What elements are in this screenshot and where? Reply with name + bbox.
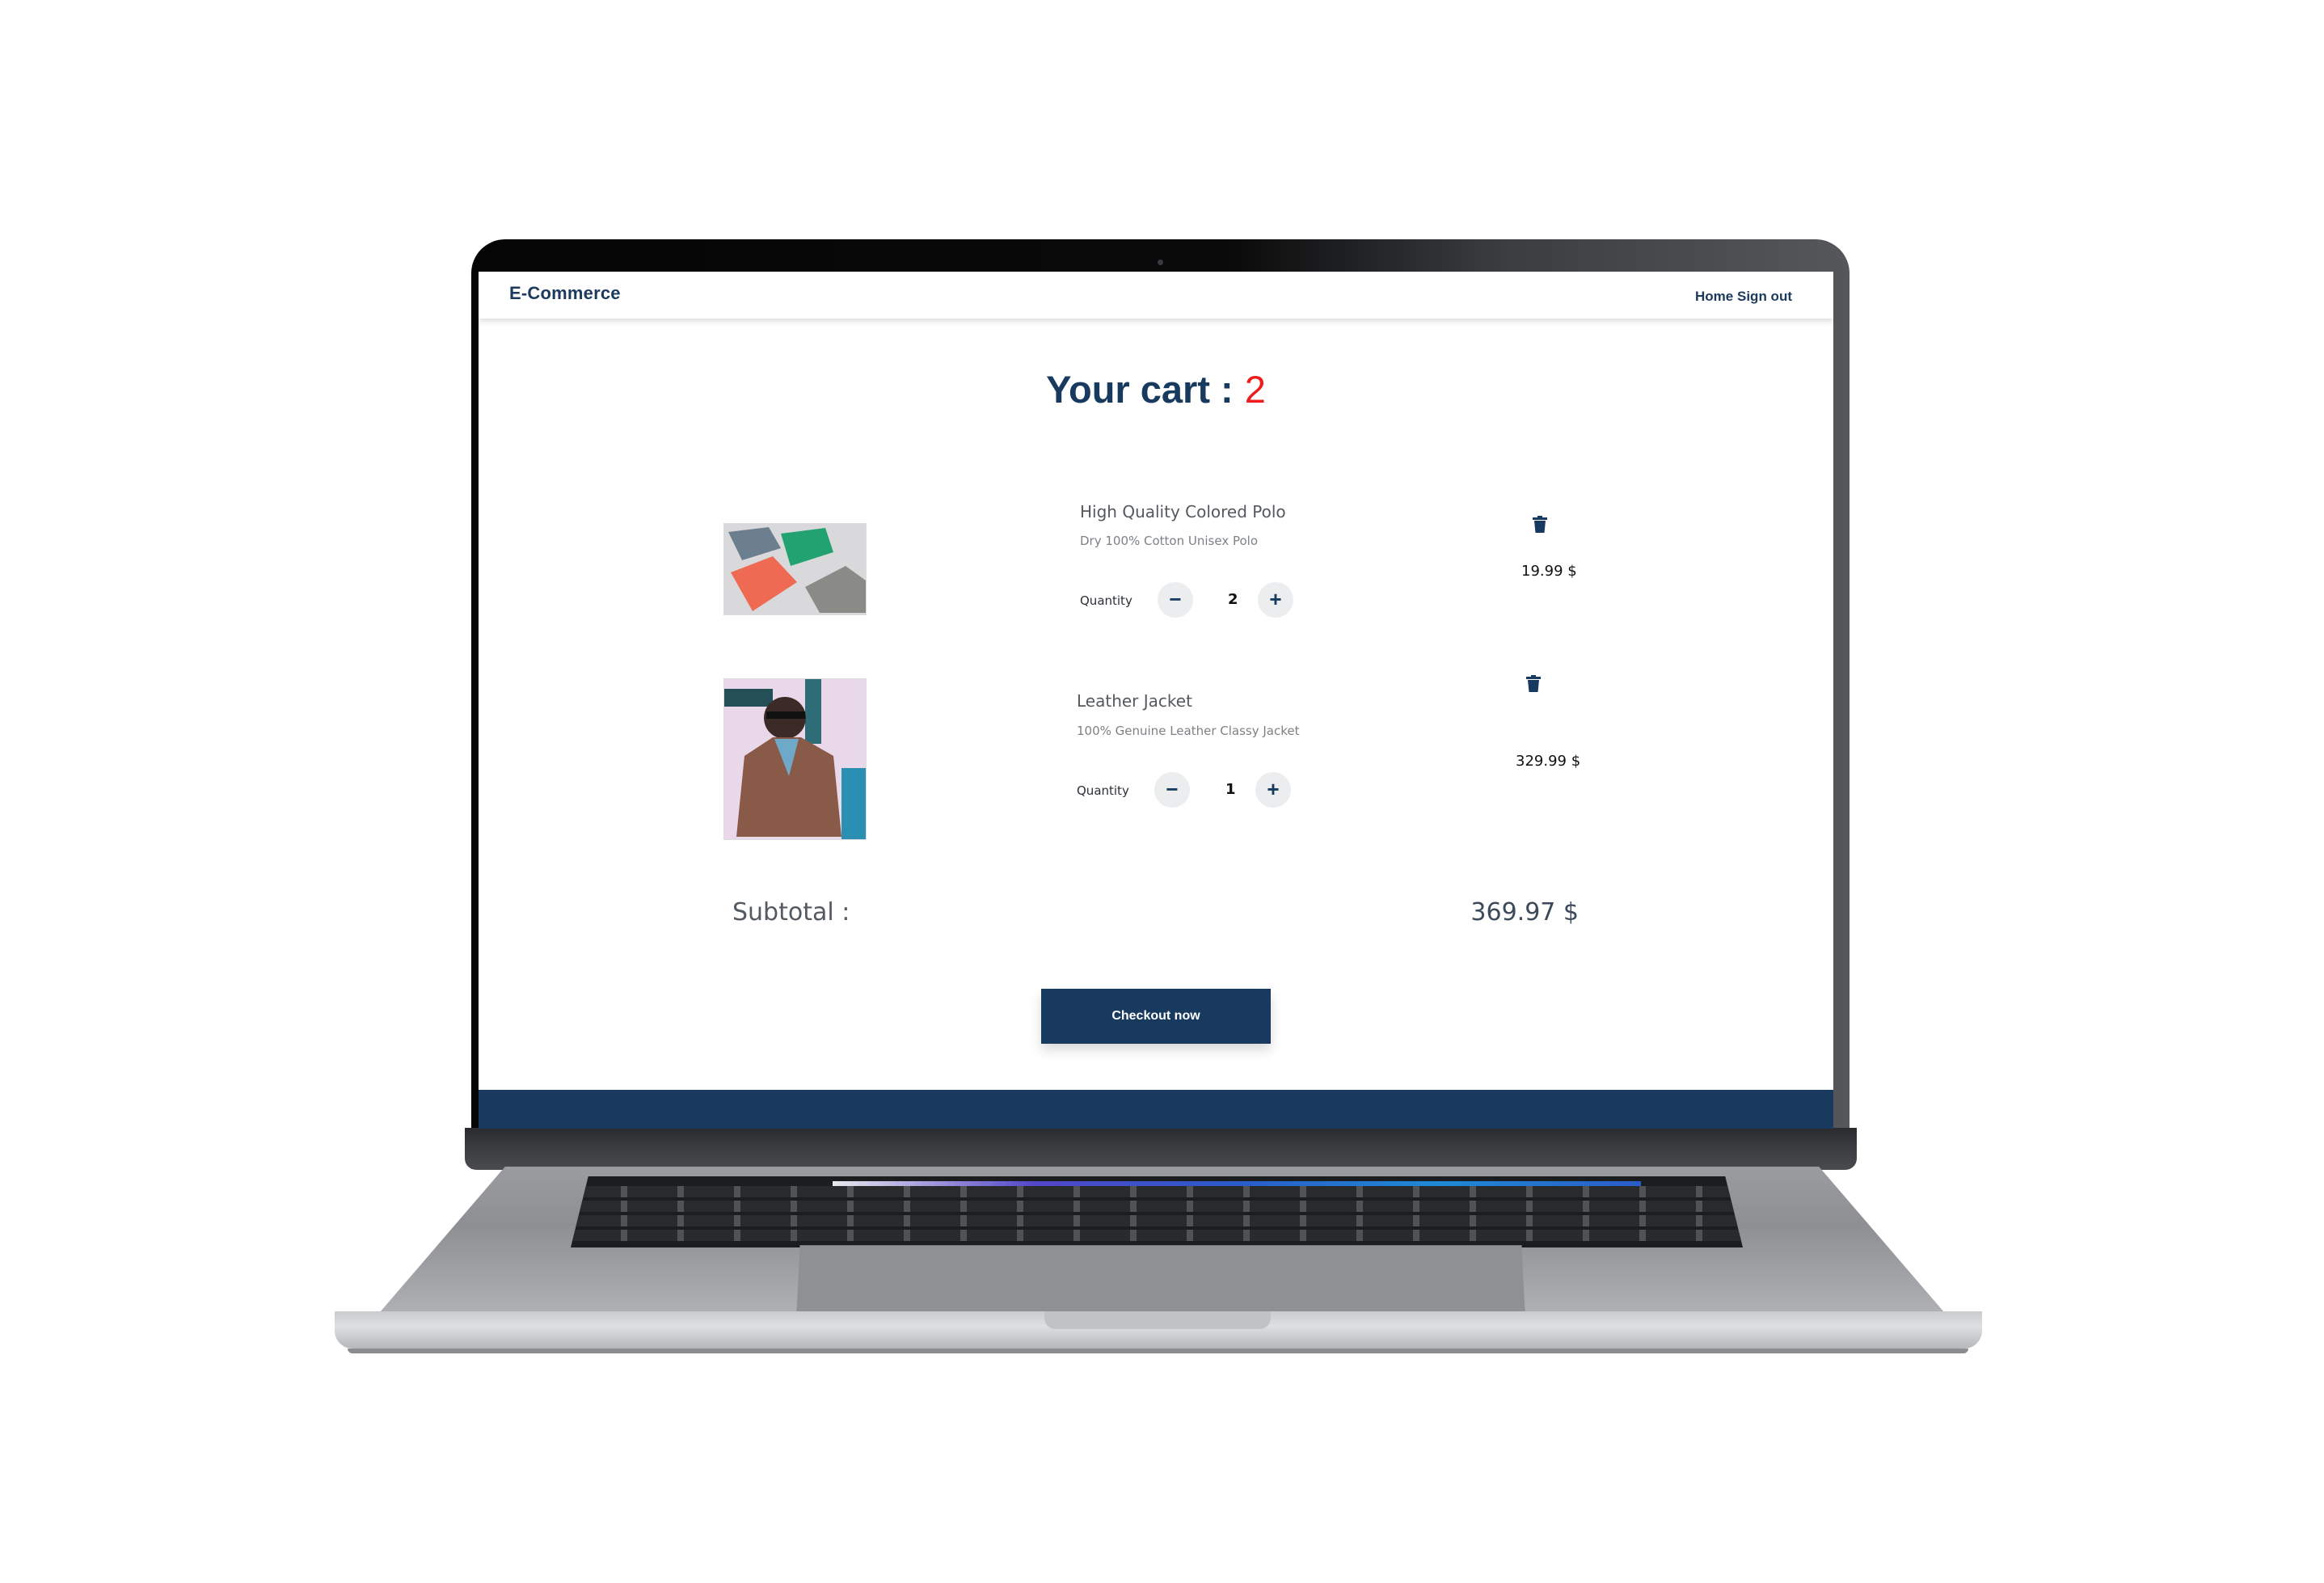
increase-quantity-button[interactable]: + — [1258, 582, 1293, 618]
product-description: Dry 100% Cotton Unisex Polo — [1080, 534, 1258, 548]
quantity-label: Quantity — [1077, 783, 1129, 798]
key-row — [571, 1186, 1743, 1197]
product-price: 329.99 $ — [1516, 753, 1581, 770]
footer-bar — [479, 1090, 1833, 1129]
quantity-value: 2 — [1228, 591, 1238, 608]
cart-count: 2 — [1244, 368, 1266, 411]
trash-icon[interactable] — [1533, 516, 1547, 534]
product-description: 100% Genuine Leather Classy Jacket — [1077, 724, 1300, 738]
decrease-quantity-button[interactable]: − — [1158, 582, 1193, 618]
nav-link-sign-out[interactable]: Sign out — [1737, 289, 1792, 305]
keyboard — [571, 1176, 1743, 1247]
key-row — [571, 1201, 1743, 1212]
decrease-quantity-button[interactable]: − — [1154, 772, 1190, 808]
cart-title-text: Your cart : — [1046, 368, 1234, 411]
laptop-hinge — [465, 1128, 1857, 1170]
subtotal-label: Subtotal : — [732, 898, 850, 927]
product-price: 19.99 $ — [1521, 563, 1577, 580]
touch-bar — [833, 1181, 1641, 1186]
quantity-label: Quantity — [1080, 593, 1132, 608]
nav-link-home[interactable]: Home — [1695, 289, 1733, 305]
product-name[interactable]: High Quality Colored Polo — [1080, 502, 1286, 521]
navbar: E-Commerce Home Sign out — [479, 272, 1833, 319]
checkout-button[interactable]: Checkout now — [1041, 989, 1271, 1044]
product-name[interactable]: Leather Jacket — [1077, 691, 1192, 711]
webcam — [1158, 260, 1163, 265]
laptop-shadow — [348, 1349, 1968, 1353]
sunglasses — [766, 711, 805, 719]
increase-quantity-button[interactable]: + — [1255, 772, 1291, 808]
key-row — [571, 1230, 1743, 1241]
page-title: Your cart :2 — [479, 367, 1833, 412]
lid-notch — [1044, 1311, 1271, 1329]
key-row — [571, 1215, 1743, 1226]
brand-logo[interactable]: E-Commerce — [509, 283, 621, 304]
trash-icon[interactable] — [1526, 675, 1541, 693]
quantity-value: 1 — [1225, 781, 1236, 798]
product-image-jacket — [723, 678, 867, 840]
screen: E-Commerce Home Sign out Your cart :2 Hi… — [479, 272, 1833, 1129]
subtotal-value: 369.97 $ — [1470, 898, 1579, 927]
product-image-polo — [723, 523, 867, 615]
trackpad — [796, 1245, 1525, 1321]
